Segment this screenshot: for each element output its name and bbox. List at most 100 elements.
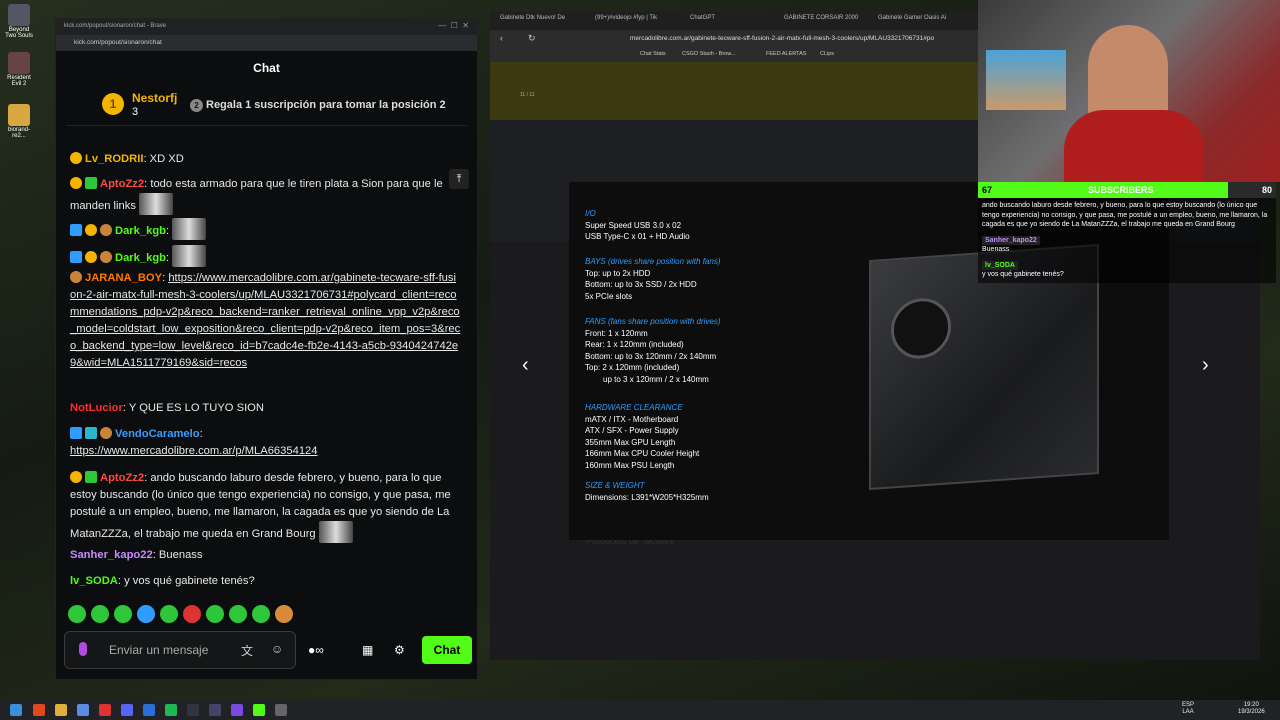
tab[interactable]: Gabinete Dtk Nuevo! De — [500, 15, 565, 21]
store-icon[interactable]: ▦ — [362, 643, 373, 657]
emote-icon — [172, 245, 207, 267]
browser-url[interactable]: mercadolibre.com.ar/gabinete-tecware-sff… — [630, 35, 934, 42]
spec-line: Front: 1 x 120mm — [585, 328, 648, 338]
app-icon[interactable] — [187, 704, 199, 716]
emote-icon — [139, 193, 174, 215]
bookmark[interactable]: Chat Stats — [640, 51, 666, 57]
emote-icon[interactable] — [275, 605, 293, 623]
points-icon[interactable]: ●∞ — [308, 643, 324, 657]
gifter-name[interactable]: Nestorfj — [132, 91, 177, 105]
folder-icon[interactable] — [55, 704, 67, 716]
desktop-icon-beyond[interactable]: Beyond Two Souls — [4, 4, 34, 39]
emote-icon[interactable] — [206, 605, 224, 623]
chat-username[interactable]: NotLucior — [70, 402, 123, 414]
chat-message: Sanher_kapo22: Buenass — [70, 547, 462, 564]
chat-username[interactable]: Dark_kgb — [115, 225, 166, 237]
spec-heading: SIZE & WEIGHT — [585, 481, 645, 490]
subs-goal: 80 — [1261, 185, 1272, 195]
tab[interactable]: (99+)#videojo #fyp | Tik — [595, 15, 657, 21]
app-icon[interactable] — [209, 704, 221, 716]
chat-message: AptoZz2: todo esta armado para que le ti… — [70, 176, 462, 215]
gear-icon[interactable]: ⚙ — [394, 643, 405, 657]
rank2-badge: 2 — [190, 99, 203, 112]
fan-icon — [891, 296, 951, 361]
emote-icon[interactable] — [114, 605, 132, 623]
windows-start-icon[interactable] — [10, 704, 22, 716]
app-icon[interactable] — [77, 704, 89, 716]
address-bar[interactable]: kick.com/popout/sionaron/chat — [56, 35, 477, 51]
translate-icon[interactable]: 文 — [241, 642, 253, 659]
chat-username[interactable]: VendoCaramelo — [115, 428, 200, 440]
clock[interactable]: 19:20 19/3/2026 — [1238, 702, 1265, 716]
chat-username[interactable]: Dark_kgb — [115, 252, 166, 264]
chat-message: JARANA_BOY: https://www.mercadolibre.com… — [70, 270, 462, 372]
subs-current: 67 — [982, 185, 993, 195]
chat-text: : — [166, 252, 170, 264]
pin-icon[interactable]: ⤒ — [449, 169, 469, 189]
taskbar: ESP LAA 19:20 19/3/2026 — [0, 700, 1280, 720]
rank-coin-icon: 1 — [102, 93, 124, 115]
emote-icon[interactable] — [183, 605, 201, 623]
emote-icon[interactable] — [91, 605, 109, 623]
spec-line: Dimensions: L391*W205*H325mm — [585, 492, 709, 502]
chat-link[interactable]: https://www.mercadolibre.com.ar/gabinete… — [70, 272, 460, 369]
bookmark[interactable]: FEED ALERTAS — [766, 51, 806, 57]
spec-heading: BAYS — [585, 257, 606, 266]
emoji-icon[interactable]: ☺ — [271, 642, 283, 656]
window-controls[interactable]: — ☐ ✕ — [438, 21, 469, 30]
emote-icon[interactable] — [229, 605, 247, 623]
emote-icon[interactable] — [160, 605, 178, 623]
discord-icon[interactable] — [121, 704, 133, 716]
next-arrow-icon[interactable]: › — [1202, 354, 1209, 377]
emote-icon[interactable] — [252, 605, 270, 623]
bookmark[interactable]: CLips — [820, 51, 834, 57]
spec-line: mATX / ITX - Motherboard — [585, 414, 679, 424]
chat-username[interactable]: Sanher_kapo22 — [70, 549, 153, 561]
window-title: kick.com/popout/sionaron/chat - Brave — [64, 23, 167, 29]
back-icon[interactable]: ‹ — [500, 33, 503, 43]
gift-cta[interactable]: Regala 1 suscripción para tomar la posic… — [206, 99, 446, 111]
spec-fans: FANS (fans share position with drives) Fr… — [585, 316, 720, 385]
desktop-icon-folder[interactable]: biorand-re2... — [4, 104, 34, 139]
reload-icon[interactable]: ↻ — [528, 33, 536, 44]
app-icon[interactable] — [99, 704, 111, 716]
app-icon[interactable] — [231, 704, 243, 716]
language-indicator[interactable]: ESP LAA — [1182, 702, 1194, 716]
chat-message: Dark_kgb: — [70, 218, 462, 240]
prev-arrow-icon[interactable]: ‹ — [522, 354, 529, 377]
message-input[interactable]: Enviar un mensaje 文 ☺ — [64, 631, 296, 669]
emote-icon[interactable] — [137, 605, 155, 623]
desktop-icon-re2[interactable]: Resident Evil 2 — [4, 52, 34, 87]
spec-sub: (drives share position with fans) — [607, 257, 721, 266]
app-icon[interactable] — [143, 704, 155, 716]
chat-username[interactable]: lv_SODA — [70, 575, 118, 587]
chat-message: Dark_kgb: — [70, 245, 462, 267]
chat-text: : — [199, 428, 203, 440]
spec-clearance: HARDWARE CLEARANCE mATX / ITX - Motherboa… — [585, 402, 699, 471]
bookmark[interactable]: CSGO Stash - Brow... — [682, 51, 736, 57]
spec-line: Super Speed USB 3.0 x 02 — [585, 220, 682, 230]
chat-username[interactable]: AptoZz2 — [100, 178, 144, 190]
spotify-icon[interactable] — [165, 704, 177, 716]
chat-username[interactable]: Lv_RODRII — [85, 153, 143, 165]
spec-heading: HARDWARE CLEARANCE — [585, 403, 683, 412]
subs-label: SUBSCRIBERS — [1088, 185, 1154, 195]
chat-username[interactable]: JARANA_BOY — [85, 272, 162, 284]
chat-username[interactable]: AptoZz2 — [100, 472, 144, 484]
spec-line: Top: up to 2x HDD — [585, 268, 651, 278]
spec-line: Bottom: up to 3x SSD / 2x HDD — [585, 280, 697, 289]
mic-icon[interactable] — [79, 642, 87, 656]
spec-line: 355mm Max GPU Length — [585, 437, 676, 447]
tab[interactable]: GABINETE CORSAIR 2000 — [784, 15, 858, 21]
brave-icon[interactable] — [33, 704, 45, 716]
chat-text: : — [162, 272, 166, 284]
emote-icon[interactable] — [68, 605, 86, 623]
tab[interactable]: ChatGPT — [690, 15, 715, 21]
clock-time: 19:20 — [1243, 702, 1259, 708]
chat-link[interactable]: https://www.mercadolibre.com.ar/p/MLA663… — [70, 445, 318, 457]
app-icon[interactable] — [275, 704, 287, 716]
tab[interactable]: Gabinete Gamer Oasis Ai — [878, 15, 946, 21]
spec-size: SIZE & WEIGHT Dimensions: L391*W205*H325m… — [585, 480, 709, 503]
send-chat-button[interactable]: Chat — [422, 636, 472, 664]
kick-icon[interactable] — [253, 704, 265, 716]
